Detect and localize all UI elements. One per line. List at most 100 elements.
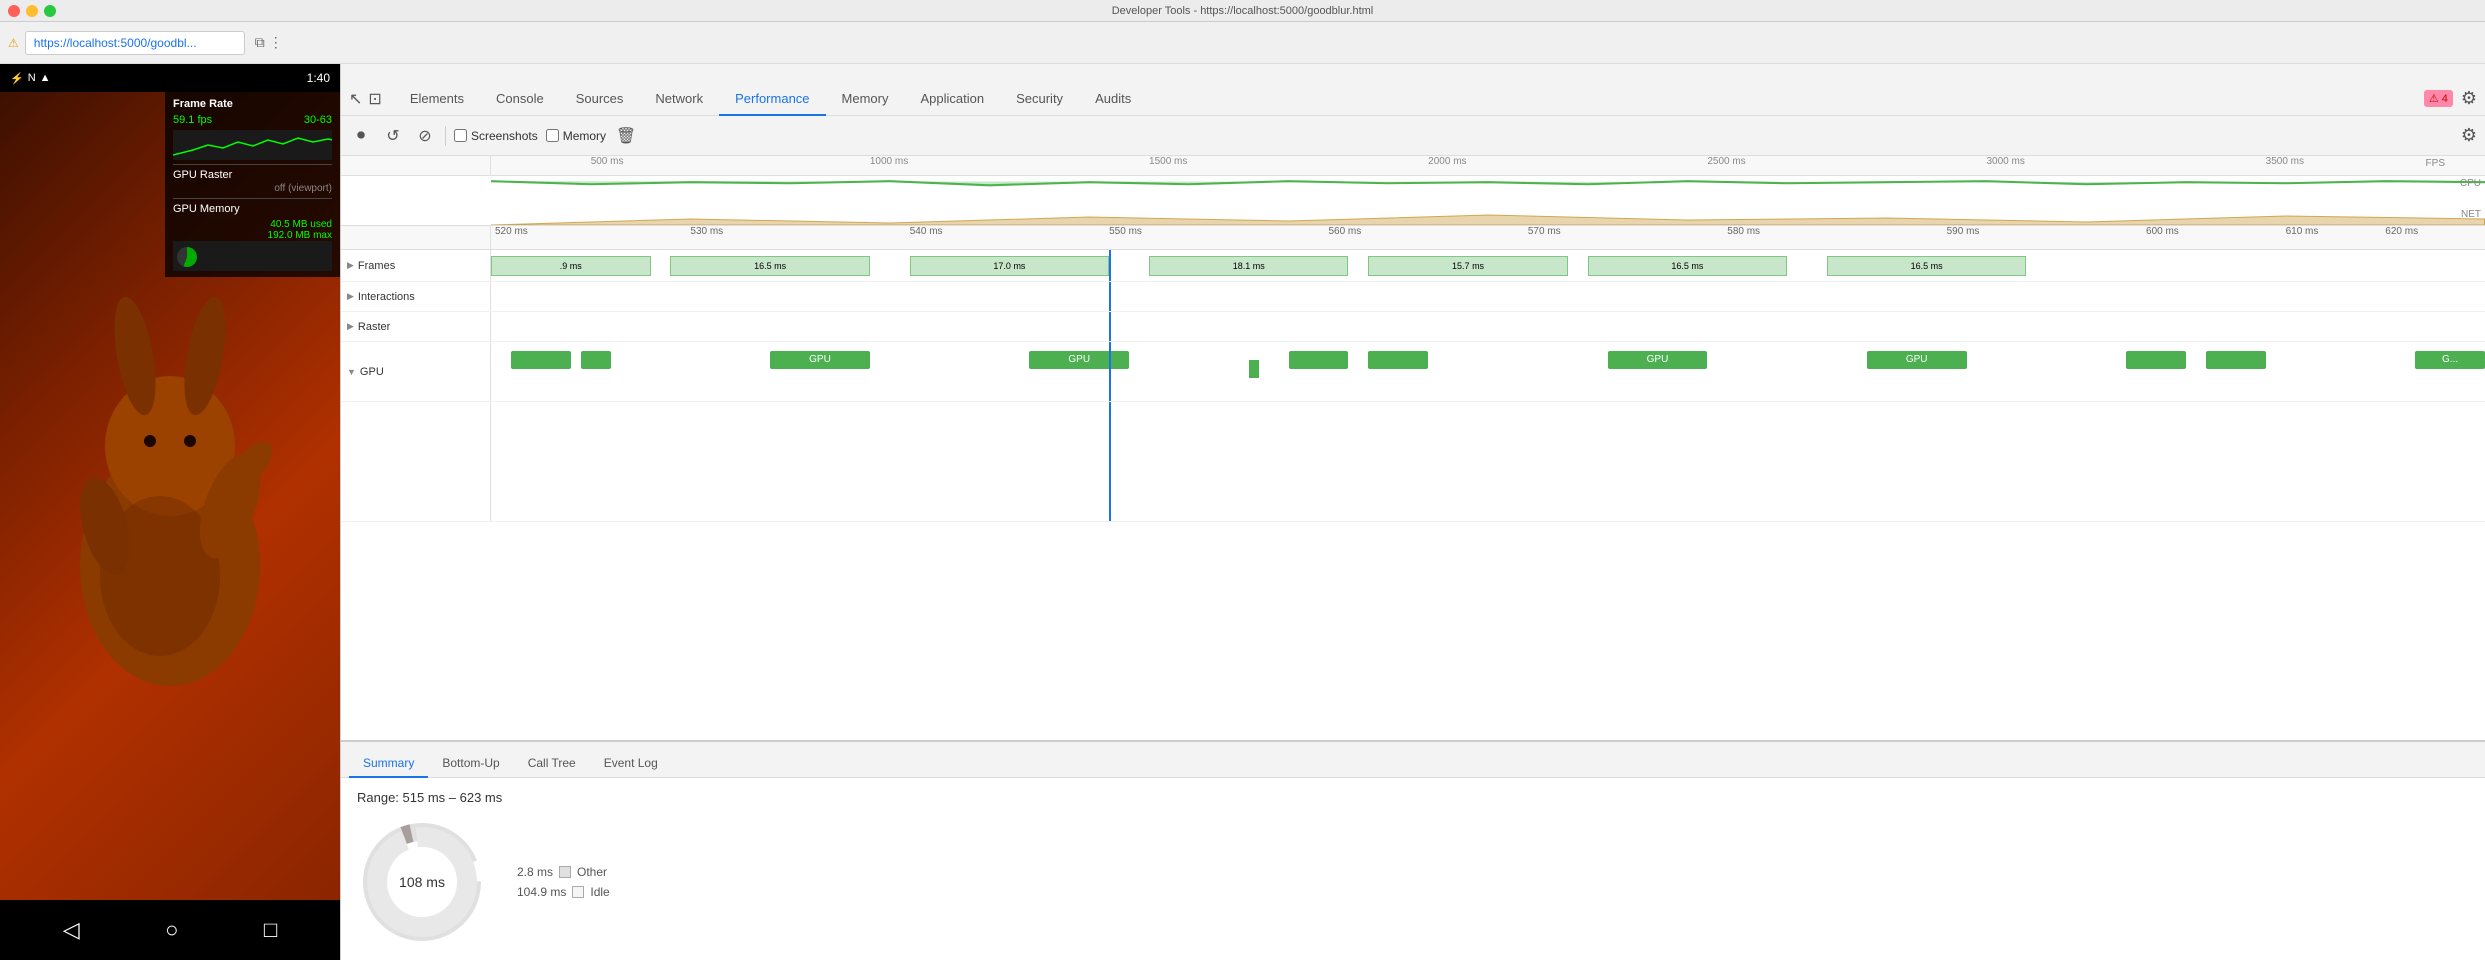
tab-security[interactable]: Security <box>1000 83 1079 116</box>
gpu-block-2 <box>581 351 611 369</box>
gpu-block-1 <box>511 351 571 369</box>
title-bar: Developer Tools - https://localhost:5000… <box>0 0 2485 22</box>
tab-elements[interactable]: Elements <box>394 83 480 116</box>
memory-checkbox[interactable] <box>546 129 559 142</box>
tab-call-tree[interactable]: Call Tree <box>514 750 590 778</box>
window-controls <box>8 5 56 17</box>
legend-list: 2.8 ms Other 104.9 ms Idle <box>517 865 610 899</box>
tab-application[interactable]: Application <box>904 83 1000 116</box>
capture-settings-button[interactable]: ⚙ <box>2461 125 2477 146</box>
timeline-tracks: ▶ Frames .9 ms 16.5 ms 17.0 ms 18.1 ms 1… <box>341 250 2485 740</box>
address-input[interactable] <box>25 31 245 55</box>
minimize-button[interactable] <box>26 5 38 17</box>
dt-top-right: ⚠ 4 ⚙ <box>2424 88 2477 109</box>
screenshots-label[interactable]: Screenshots <box>471 129 538 143</box>
raster-content[interactable] <box>491 312 2485 341</box>
phone-time: 1:40 <box>307 71 330 85</box>
dtick-530: 530 ms <box>690 226 723 237</box>
fps-mini-graph: CPU <box>341 176 2485 207</box>
dtick-550: 550 ms <box>1109 226 1142 237</box>
fr-divider2 <box>173 198 332 199</box>
dtick-620: 620 ms <box>2385 226 2418 237</box>
maximize-button[interactable] <box>44 5 56 17</box>
dtick-600: 600 ms <box>2146 226 2179 237</box>
page-icon-button[interactable]: ⧉ <box>255 34 265 51</box>
other-value: 2.8 ms <box>517 865 553 879</box>
tick-2500: 2500 ms <box>1707 156 1745 167</box>
fps-svg <box>491 176 2485 207</box>
fr-gpu-mem-title: GPU Memory <box>173 203 332 215</box>
delete-button[interactable]: 🗑 <box>614 124 638 148</box>
track-row-frames: ▶ Frames .9 ms 16.5 ms 17.0 ms 18.1 ms 1… <box>341 250 2485 282</box>
gpu-block-last: G... <box>2415 351 2485 369</box>
close-button[interactable] <box>8 5 20 17</box>
interactions-arrow[interactable]: ▶ <box>347 291 354 302</box>
overview-ruler: 500 ms 1000 ms 1500 ms 2000 ms 2500 ms 3… <box>341 156 2485 176</box>
idle-value: 104.9 ms <box>517 885 566 899</box>
frames-arrow[interactable]: ▶ <box>347 260 354 271</box>
dtick-610: 610 ms <box>2286 226 2319 237</box>
responsive-icon-button[interactable]: ⊡ <box>368 89 381 109</box>
tab-sources[interactable]: Sources <box>560 83 640 116</box>
frame-block-2: 16.5 ms <box>670 256 869 276</box>
screenshots-checkbox[interactable] <box>454 129 467 142</box>
tab-event-log[interactable]: Event Log <box>590 750 672 778</box>
track-row-interactions: ▶ Interactions <box>341 282 2485 312</box>
record-button[interactable]: ⏺ <box>349 124 373 148</box>
interactions-content[interactable] <box>491 282 2485 311</box>
cursor-icon-button[interactable]: ↖ <box>349 89 362 109</box>
interactions-label-text: Interactions <box>358 291 415 303</box>
tab-bottom-up[interactable]: Bottom-Up <box>428 750 513 778</box>
memory-label[interactable]: Memory <box>563 129 606 143</box>
detail-ruler: 520 ms 530 ms 540 ms 550 ms 560 ms 570 m… <box>341 226 2485 250</box>
tick-500: 500 ms <box>591 156 624 167</box>
gpu-content[interactable]: GPU GPU GPU GPU G... <box>491 342 2485 401</box>
idle-label: Idle <box>590 885 609 899</box>
cpu-mini-graph: NET <box>341 207 2485 225</box>
gpu-cursor <box>1109 342 1111 401</box>
track-row-gpu: ▼ GPU GPU GPU GPU GPU <box>341 342 2485 402</box>
tab-audits[interactable]: Audits <box>1079 83 1147 116</box>
phone-content: Frame Rate 59.1 fps 30-63 GPU Raster off… <box>0 92 340 900</box>
tab-performance[interactable]: Performance <box>719 83 825 116</box>
overview-section: 500 ms 1000 ms 1500 ms 2000 ms 2500 ms 3… <box>341 156 2485 226</box>
back-button[interactable]: ◁ <box>63 917 80 943</box>
track-label-frames: ▶ Frames <box>341 250 491 281</box>
frames-content[interactable]: .9 ms 16.5 ms 17.0 ms 18.1 ms 15.7 ms 16… <box>491 250 2485 281</box>
fr-gpu-raster-title: GPU Raster <box>173 169 332 181</box>
home-button[interactable]: ○ <box>165 917 178 943</box>
tab-network[interactable]: Network <box>639 83 719 116</box>
frame-block-6: 16.5 ms <box>1588 256 1787 276</box>
fr-graph <box>173 130 332 160</box>
reload-record-button[interactable]: ↺ <box>381 124 405 148</box>
fr-title: Frame Rate <box>173 98 332 110</box>
dtick-540: 540 ms <box>910 226 943 237</box>
security-warning-icon: ⚠ <box>8 36 19 50</box>
gpu-arrow[interactable]: ▼ <box>347 367 356 377</box>
dtick-580: 580 ms <box>1727 226 1760 237</box>
phone-nav-bar: ◁ ○ □ <box>0 900 340 960</box>
menu-button[interactable]: ⋮ <box>269 34 283 51</box>
rabbit-svg <box>30 286 310 706</box>
bottom-panel: Summary Bottom-Up Call Tree Event Log Ra… <box>341 740 2485 960</box>
fr-fps-row: 59.1 fps 30-63 <box>173 114 332 126</box>
gpu-thin-bar <box>1249 360 1259 378</box>
donut-center-label: 108 ms <box>399 874 445 890</box>
settings-icon-button[interactable]: ⚙ <box>2461 88 2477 109</box>
track-label-gpu: ▼ GPU <box>341 342 491 401</box>
raster-cursor <box>1109 312 1111 341</box>
gpu-block-5 <box>2126 351 2186 369</box>
other-label: Other <box>577 865 607 879</box>
clear-button[interactable]: ⊘ <box>413 124 437 148</box>
recents-button[interactable]: □ <box>264 917 277 943</box>
tab-memory[interactable]: Memory <box>826 83 905 116</box>
tick-1000: 1000 ms <box>870 156 908 167</box>
tab-summary[interactable]: Summary <box>349 750 428 778</box>
tick-3000: 3000 ms <box>1987 156 2025 167</box>
track-row-empty1 <box>341 402 2485 522</box>
bottom-tabs: Summary Bottom-Up Call Tree Event Log <box>341 742 2485 778</box>
cpu-svg <box>491 207 2485 225</box>
dtick-570: 570 ms <box>1528 226 1561 237</box>
tab-console[interactable]: Console <box>480 83 560 116</box>
raster-arrow[interactable]: ▶ <box>347 321 354 332</box>
